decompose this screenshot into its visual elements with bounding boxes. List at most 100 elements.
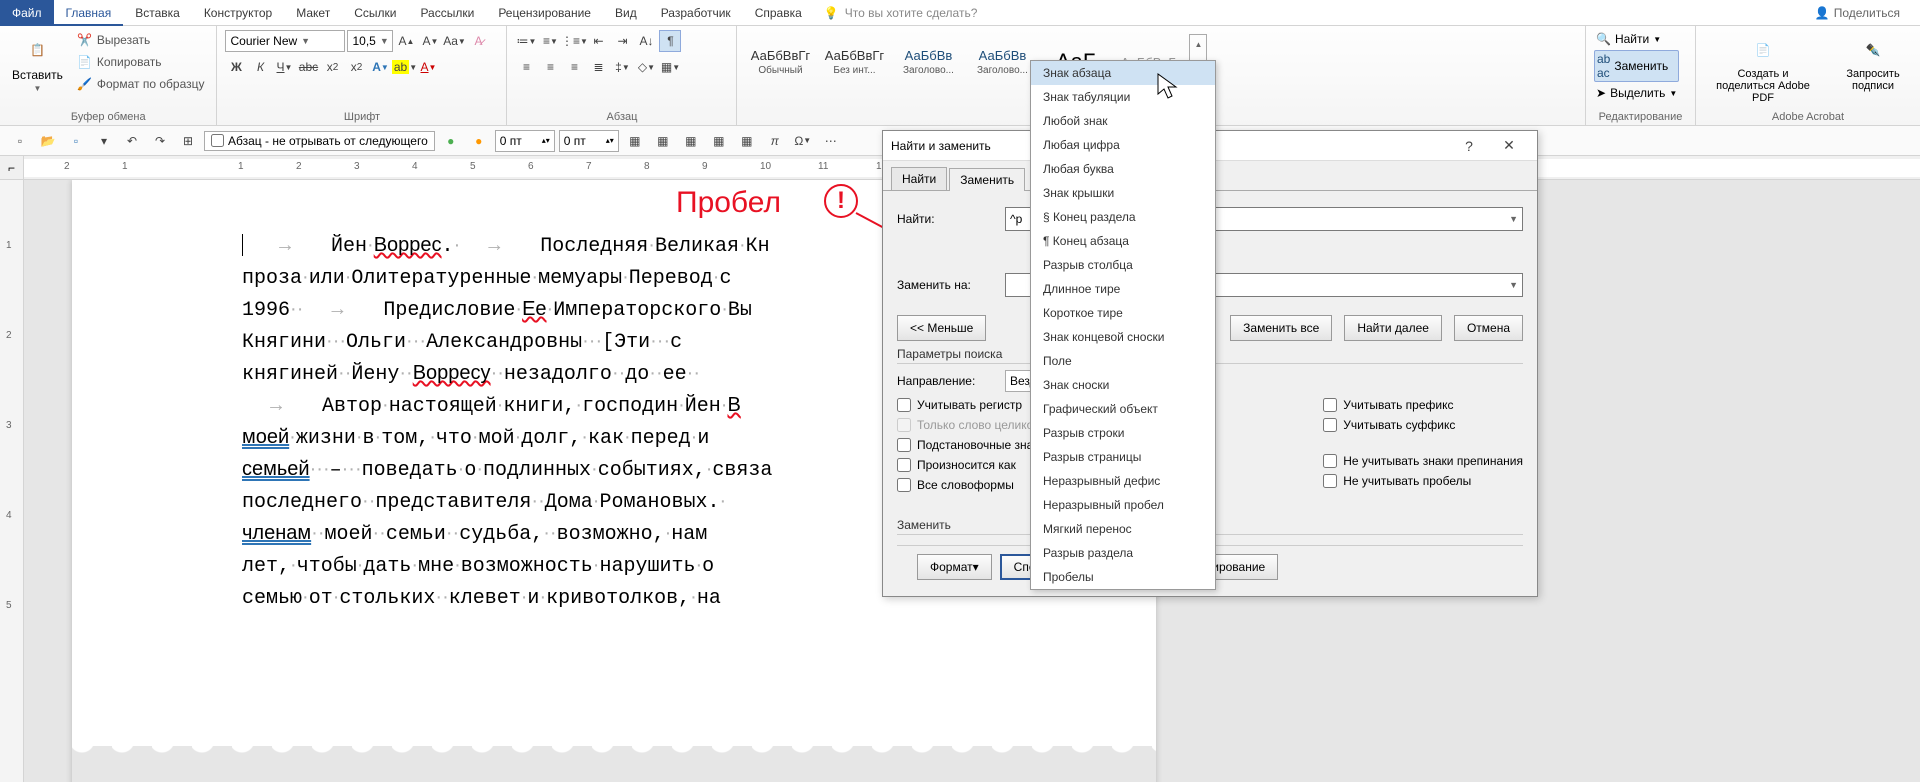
wildcards-checkbox[interactable]: Подстановочные знаки	[897, 438, 1045, 452]
qat-save-button[interactable]: ▫	[64, 129, 88, 153]
tab-links[interactable]: Ссылки	[342, 0, 408, 26]
dropdown-item[interactable]: Разрыв столбца	[1031, 253, 1215, 277]
tab-insert[interactable]: Вставка	[123, 0, 192, 26]
dropdown-item[interactable]: Мягкий перенос	[1031, 517, 1215, 541]
qat-border3[interactable]: ▦	[679, 129, 703, 153]
cancel-button[interactable]: Отмена	[1454, 315, 1523, 341]
tab-home[interactable]: Главная	[54, 0, 124, 26]
qat-pi-button[interactable]: π	[763, 129, 787, 153]
select-button[interactable]: ➤Выделить▼	[1594, 84, 1679, 102]
strikethrough-button[interactable]: abc	[297, 56, 319, 78]
qat-border1[interactable]: ▦	[623, 129, 647, 153]
qat-viewbutton[interactable]: ⊞	[176, 129, 200, 153]
superscript-button[interactable]: x2	[345, 56, 367, 78]
dropdown-item[interactable]: Любая цифра	[1031, 133, 1215, 157]
multilevel-button[interactable]: ⋮≡▼	[563, 30, 585, 52]
ignore-punct-checkbox[interactable]: Не учитывать знаки препинания	[1323, 454, 1523, 468]
dropdown-item[interactable]: Знак абзаца	[1031, 61, 1215, 85]
spacing-before-input[interactable]: 0 пт▴▾	[495, 130, 555, 152]
align-left-button[interactable]: ≡	[515, 56, 537, 78]
dialog-tab-find[interactable]: Найти	[891, 167, 947, 190]
match-case-checkbox[interactable]: Учитывать регистр	[897, 398, 1045, 412]
qat-open-button[interactable]: 📂	[36, 129, 60, 153]
ruler-corner[interactable]: ⌐	[0, 156, 24, 180]
bold-button[interactable]: Ж	[225, 56, 247, 78]
font-color-button[interactable]: A▼	[417, 56, 439, 78]
shading-button[interactable]: ◇▼	[635, 56, 657, 78]
replace-button[interactable]: abacЗаменить	[1594, 50, 1679, 82]
qat-border2[interactable]: ▦	[651, 129, 675, 153]
align-center-button[interactable]: ≡	[539, 56, 561, 78]
qat-new-button[interactable]: ▫	[8, 129, 32, 153]
dropdown-item[interactable]: Разрыв строки	[1031, 421, 1215, 445]
dropdown-item[interactable]: Пробелы	[1031, 565, 1215, 589]
dropdown-item[interactable]: Поле	[1031, 349, 1215, 373]
subscript-button[interactable]: x2	[321, 56, 343, 78]
qat-circle2[interactable]: ●	[467, 129, 491, 153]
dropdown-item[interactable]: Неразрывный дефис	[1031, 469, 1215, 493]
less-button[interactable]: << Меньше	[897, 315, 986, 341]
text-effects-button[interactable]: A▼	[369, 56, 391, 78]
tab-view[interactable]: Вид	[603, 0, 649, 26]
clear-formatting-button[interactable]: A̷	[467, 30, 489, 52]
cut-button[interactable]: ✂️Вырезать	[73, 30, 209, 50]
qat-more[interactable]: ⋯	[819, 129, 843, 153]
dialog-help-button[interactable]: ?	[1449, 138, 1489, 154]
dropdown-item[interactable]: ¶ Конец абзаца	[1031, 229, 1215, 253]
request-sign-button[interactable]: ✒️Запросить подписи	[1834, 30, 1912, 96]
qat-omega-button[interactable]: Ω▼	[791, 129, 815, 153]
increase-indent-button[interactable]: ⇥	[611, 30, 633, 52]
dropdown-item[interactable]: § Конец раздела	[1031, 205, 1215, 229]
format-painter-button[interactable]: 🖌️Формат по образцу	[73, 74, 209, 94]
find-button[interactable]: 🔍Найти▼	[1594, 30, 1679, 48]
style-heading1[interactable]: АаБбВвЗаголово...	[893, 34, 963, 90]
qat-undo-button[interactable]: ↶	[120, 129, 144, 153]
tab-developer[interactable]: Разработчик	[649, 0, 743, 26]
italic-button[interactable]: К	[249, 56, 271, 78]
sort-button[interactable]: A↓	[635, 30, 657, 52]
dropdown-item[interactable]: Графический объект	[1031, 397, 1215, 421]
format-button[interactable]: Формат ▾	[917, 554, 992, 580]
tab-mailings[interactable]: Рассылки	[408, 0, 486, 26]
font-name-combo[interactable]: Courier New▼	[225, 30, 345, 52]
decrease-indent-button[interactable]: ⇤	[587, 30, 609, 52]
dropdown-item[interactable]: Знак концевой сноски	[1031, 325, 1215, 349]
show-marks-button[interactable]: ¶	[659, 30, 681, 52]
whole-word-checkbox[interactable]: Только слово целиком	[897, 418, 1045, 432]
dropdown-item[interactable]: Длинное тире	[1031, 277, 1215, 301]
qat-circle1[interactable]: ●	[439, 129, 463, 153]
style-nospacing[interactable]: АаБбВвГгБез инт...	[819, 34, 889, 90]
dropdown-item[interactable]: Разрыв раздела	[1031, 541, 1215, 565]
font-size-combo[interactable]: 10,5▼	[347, 30, 393, 52]
change-case-button[interactable]: Aa▼	[443, 30, 465, 52]
dropdown-item[interactable]: Неразрывный пробел	[1031, 493, 1215, 517]
dropdown-item[interactable]: Разрыв страницы	[1031, 445, 1215, 469]
shrink-font-button[interactable]: A▼	[419, 30, 441, 52]
bullets-button[interactable]: ≔▼	[515, 30, 537, 52]
ignore-spaces-checkbox[interactable]: Не учитывать пробелы	[1323, 474, 1523, 488]
dropdown-item[interactable]: Знак крышки	[1031, 181, 1215, 205]
highlight-button[interactable]: ab▼	[393, 56, 415, 78]
dialog-close-button[interactable]: ✕	[1489, 137, 1529, 154]
tab-design[interactable]: Конструктор	[192, 0, 284, 26]
dropdown-item[interactable]: Любой знак	[1031, 109, 1215, 133]
spacing-after-input[interactable]: 0 пт▴▾	[559, 130, 619, 152]
underline-button[interactable]: Ч▼	[273, 56, 295, 78]
style-normal[interactable]: АаБбВвГгОбычный	[745, 34, 815, 90]
vertical-ruler[interactable]: 12345	[0, 180, 24, 782]
create-pdf-button[interactable]: 📄Создать и поделиться Adobe PDF	[1704, 30, 1822, 108]
borders-button[interactable]: ▦▼	[659, 56, 681, 78]
justify-button[interactable]: ≣	[587, 56, 609, 78]
tab-layout[interactable]: Макет	[284, 0, 342, 26]
qat-redo-button[interactable]: ↷	[148, 129, 172, 153]
align-right-button[interactable]: ≡	[563, 56, 585, 78]
qat-table-button[interactable]: ▦	[735, 129, 759, 153]
replace-all-button[interactable]: Заменить все	[1230, 315, 1332, 341]
copy-button[interactable]: 📄Копировать	[73, 52, 209, 72]
dropdown-item[interactable]: Знак табуляции	[1031, 85, 1215, 109]
dropdown-item[interactable]: Знак сноски	[1031, 373, 1215, 397]
tab-help[interactable]: Справка	[743, 0, 814, 26]
find-next-button[interactable]: Найти далее	[1344, 315, 1442, 341]
suffix-checkbox[interactable]: Учитывать суффикс	[1323, 418, 1523, 432]
share-button[interactable]: 👤 Поделиться	[1815, 6, 1900, 20]
